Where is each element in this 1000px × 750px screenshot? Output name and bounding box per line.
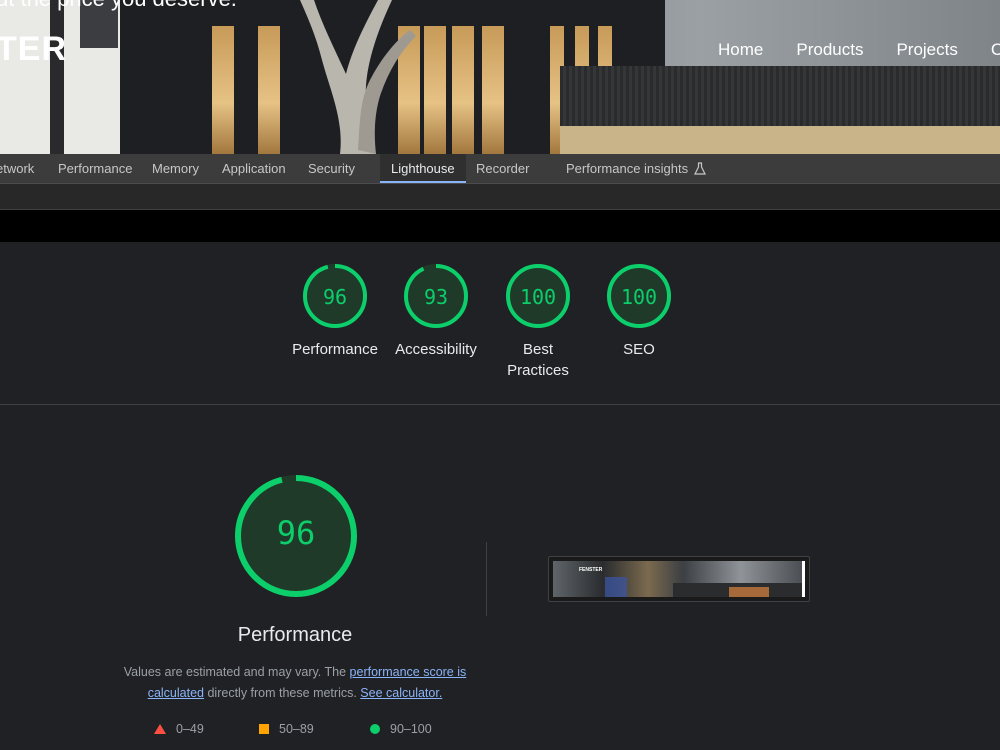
tree-image [300,0,416,154]
section-divider [486,542,487,616]
gauge-accessibility[interactable]: 93 Accessibility [386,262,486,360]
gauge-label: Best Practices [507,341,569,379]
desc-text: Values are estimated and may vary. The [123,665,350,679]
building-left [0,0,140,154]
pass-circle-icon [370,724,380,734]
legend-pass: 90–100 [370,722,432,736]
legend-fail-label: 0–49 [176,722,204,736]
hero-tagline: ut the price you deserve. [0,0,237,12]
performance-score-value: 96 [276,514,316,552]
performance-gauge-large: 96 [232,472,360,600]
gauge-performance[interactable]: 96 Performance [285,262,385,360]
gauge-label: Accessibility [395,341,477,358]
thumbnail-scrollbar [802,561,805,597]
devtools-tab-bar: etwork Performance Memory Application Se… [0,154,1000,184]
performance-description: Values are estimated and may vary. The p… [120,662,470,704]
nav-projects[interactable]: Projects [896,40,957,60]
average-square-icon [259,724,269,734]
legend-pass-label: 90–100 [390,722,432,736]
see-calculator-link[interactable]: See calculator. [360,686,442,700]
thumbnail-image: FENSTER [553,561,803,597]
tab-application[interactable]: Application [222,154,286,183]
legend-average: 50–89 [259,722,314,736]
gauge-value: 96 [322,285,348,309]
website-hero: ut the price you deserve. TER Home Produ… [0,0,1000,154]
legend-fail: 0–49 [154,722,204,736]
tab-performance-insights[interactable]: Performance insights [566,154,707,183]
performance-title: Performance [237,624,353,646]
tab-security[interactable]: Security [308,154,355,183]
nav-home[interactable]: Home [718,40,763,60]
tab-performance-insights-label: Performance insights [566,161,689,176]
desc-text: directly from these metrics. [204,686,361,700]
report-topbar [0,210,1000,242]
tab-recorder[interactable]: Recorder [476,154,529,183]
tab-performance[interactable]: Performance [58,154,132,183]
thumbnail-logo: FENSTER [579,567,603,573]
gauge-value: 100 [519,285,557,309]
score-gauges: 96 Performance 93 Accessibility 100 Best… [0,242,1000,405]
legend-average-label: 50–89 [279,722,314,736]
tab-network[interactable]: etwork [0,154,34,183]
final-screenshot-thumbnail[interactable]: FENSTER [548,556,810,602]
tab-lighthouse[interactable]: Lighthouse [380,154,466,183]
building-right [560,66,1000,154]
gauge-label: SEO [623,341,655,358]
site-nav: Home Products Projects C [718,40,1000,60]
lighthouse-toolbar [0,184,1000,210]
gauge-value: 100 [620,285,658,309]
nav-products[interactable]: Products [796,40,863,60]
site-logo[interactable]: TER [0,30,67,69]
nav-contact[interactable]: C [991,40,1000,60]
gauge-label: Performance [292,341,378,358]
gauge-seo[interactable]: 100 SEO [589,262,689,360]
fail-triangle-icon [154,724,166,734]
gauge-value: 93 [423,285,449,309]
flask-icon [694,162,707,175]
tab-memory[interactable]: Memory [152,154,199,183]
score-legend: 0–49 50–89 90–100 [150,722,450,740]
gauge-best-practices[interactable]: 100 Best Practices [488,262,588,381]
